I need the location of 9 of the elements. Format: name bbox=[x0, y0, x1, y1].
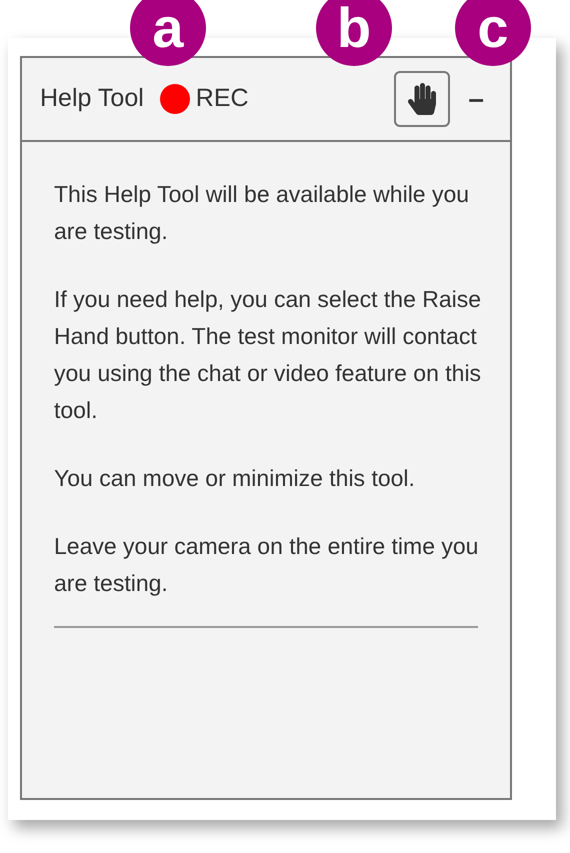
help-paragraph: This Help Tool will be available while you are testing. bbox=[54, 180, 470, 246]
help-paragraph: If you need help, you can select the Raise Hand button. The test monitor will contact you using the chat or video feature on this tool. bbox=[54, 285, 482, 425]
raise-hand-button[interactable] bbox=[394, 71, 450, 127]
help-paragraph: You can move or minimize this tool. bbox=[54, 464, 416, 493]
minimize-button[interactable]: – bbox=[468, 78, 484, 120]
window-title: Help Tool bbox=[40, 83, 144, 114]
hand-icon bbox=[407, 83, 438, 115]
recording-label: REC bbox=[196, 83, 249, 114]
help-paragraph: Leave your camera on the entire time you are testing. bbox=[54, 532, 480, 598]
